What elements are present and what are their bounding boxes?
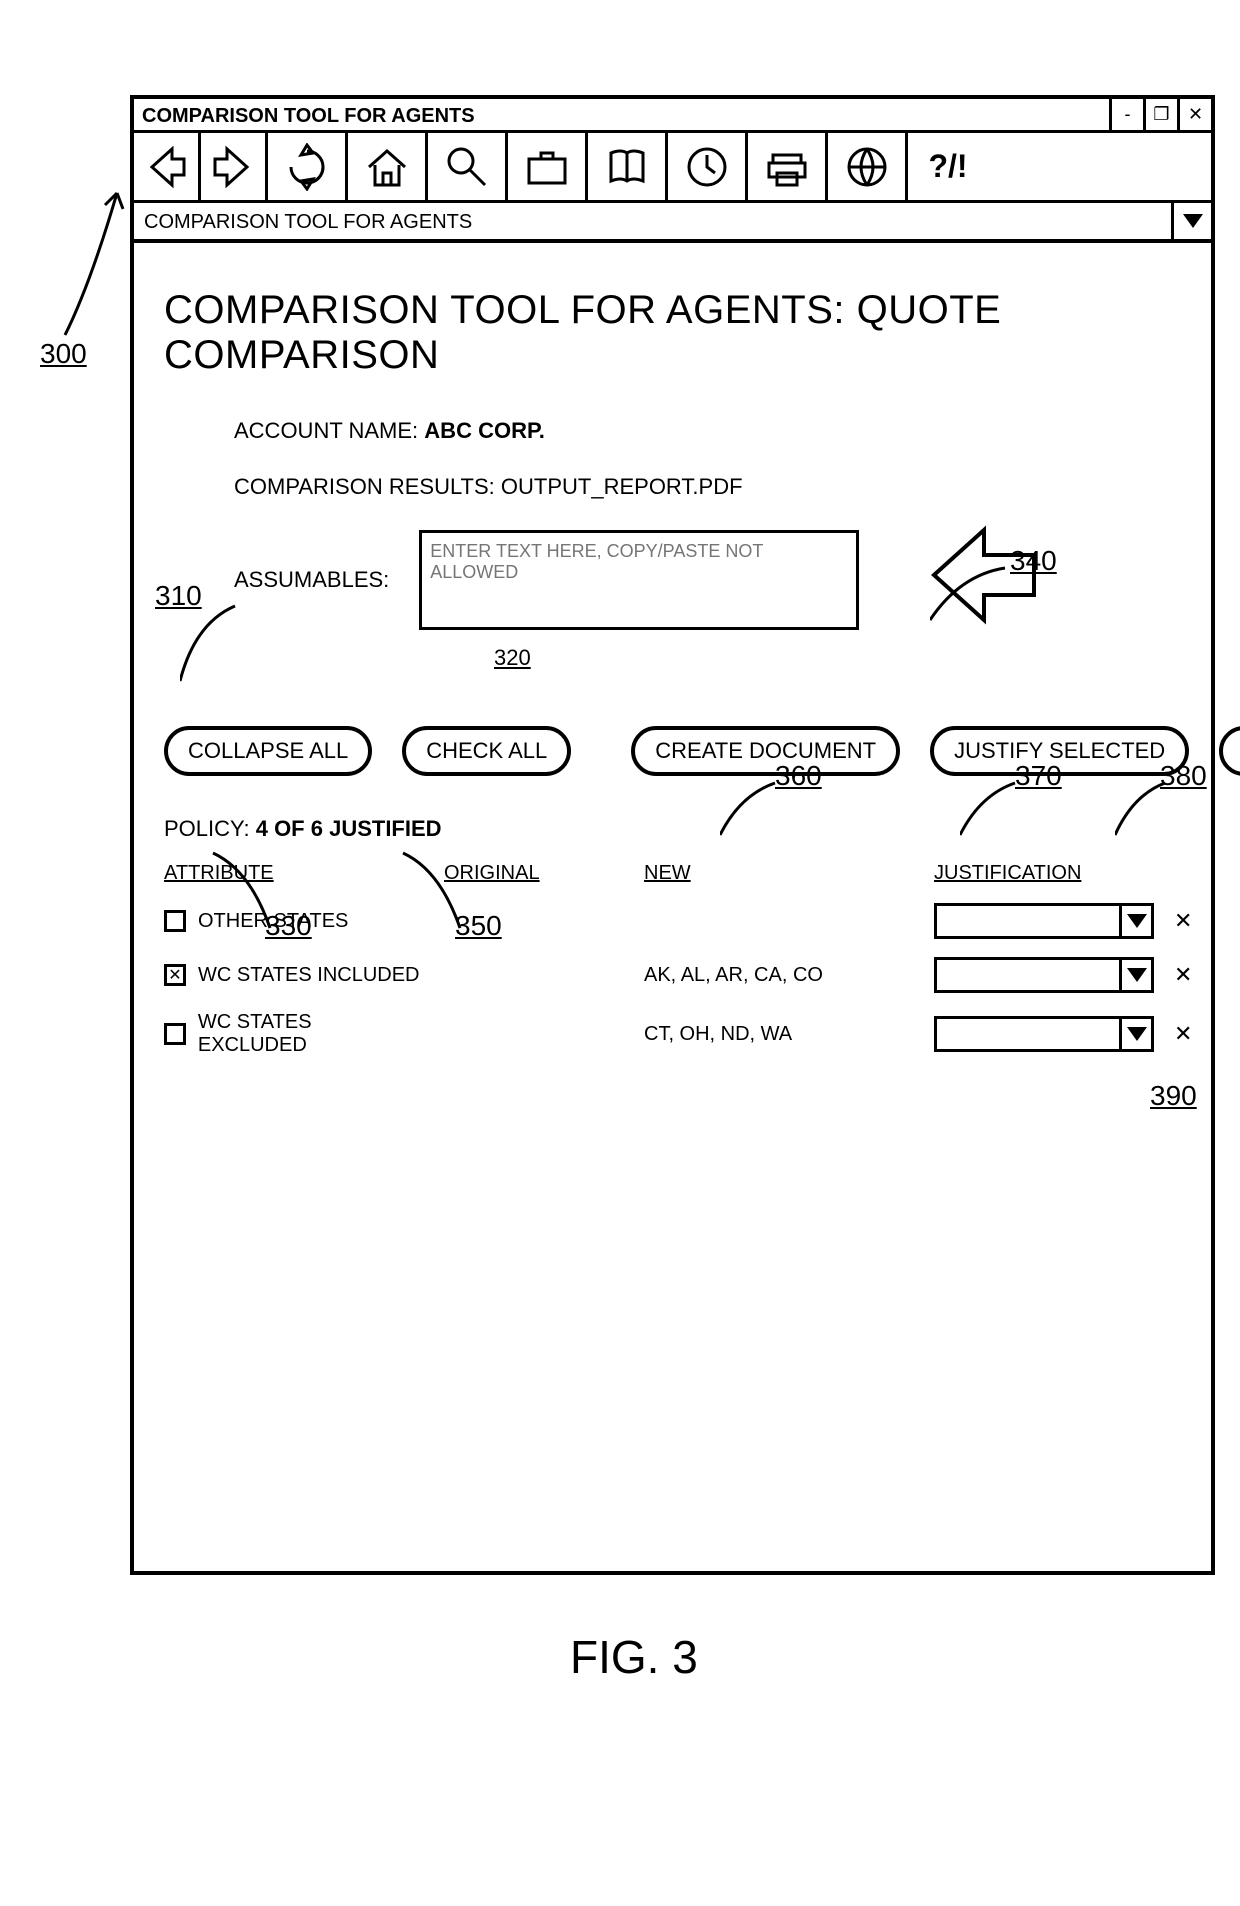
page-title: COMPARISON TOOL FOR AGENTS: QUOTE COMPAR…: [164, 288, 1181, 378]
window-title: COMPARISON TOOL FOR AGENTS: [134, 99, 1109, 130]
clock-icon[interactable]: [668, 133, 748, 200]
book-icon[interactable]: [588, 133, 668, 200]
callout-370: 370: [1015, 760, 1062, 792]
checkbox[interactable]: ✕: [164, 964, 186, 986]
app-window: COMPARISON TOOL FOR AGENTS - ❐ ✕: [130, 95, 1215, 1575]
results-row: COMPARISON RESULTS: OUTPUT_REPORT.PDF: [234, 474, 1181, 500]
callout-380: 380: [1160, 760, 1207, 792]
home-icon[interactable]: [348, 133, 428, 200]
account-row: ACCOUNT NAME: ABC CORP.: [234, 418, 1181, 444]
minimize-button[interactable]: -: [1109, 99, 1143, 130]
chevron-down-icon: [1119, 1019, 1151, 1049]
callout-360: 360: [775, 760, 822, 792]
attribute-label: WC STATES EXCLUDED: [198, 1011, 424, 1057]
callout-330: 330: [265, 910, 312, 942]
callout-300: 300: [40, 338, 87, 370]
attribute-table: ATTRIBUTE ORIGINAL NEW JUSTIFICATION OTH…: [164, 862, 1181, 1057]
justification-select[interactable]: [934, 957, 1154, 993]
address-bar: COMPARISON TOOL FOR AGENTS: [134, 203, 1211, 243]
world-icon[interactable]: [828, 133, 908, 200]
checkbox[interactable]: [164, 1023, 186, 1045]
restore-button[interactable]: ❐: [1143, 99, 1177, 130]
attribute-label: WC STATES INCLUDED: [198, 964, 420, 987]
new-cell: AK, AL, AR, CA, CO: [644, 964, 914, 987]
callout-390: 390: [1150, 1080, 1197, 1112]
policy-label: POLICY:: [164, 816, 250, 841]
new-cell: CT, OH, ND, WA: [644, 1023, 914, 1046]
policy-line: POLICY: 4 OF 6 JUSTIFIED: [164, 816, 1181, 842]
remove-row-icon[interactable]: ✕: [1174, 908, 1204, 934]
col-attribute: ATTRIBUTE: [164, 862, 424, 885]
address-text[interactable]: COMPARISON TOOL FOR AGENTS: [134, 203, 1171, 239]
titlebar: COMPARISON TOOL FOR AGENTS - ❐ ✕: [134, 99, 1211, 133]
col-justification: JUSTIFICATION: [934, 862, 1154, 885]
table-row: WC STATES EXCLUDED: [164, 1011, 424, 1057]
justification-select[interactable]: [934, 903, 1154, 939]
results-value: OUTPUT_REPORT.PDF: [501, 474, 743, 499]
chevron-down-icon: [1119, 960, 1151, 990]
briefcase-icon[interactable]: [508, 133, 588, 200]
account-value: ABC CORP.: [424, 418, 545, 443]
policy-value: 4 OF 6 JUSTIFIED: [256, 816, 442, 841]
figure-label: FIG. 3: [570, 1630, 698, 1684]
lead-360: [720, 780, 780, 840]
printer-icon[interactable]: [748, 133, 828, 200]
col-new: NEW: [644, 862, 914, 885]
table-row: ✕ WC STATES INCLUDED: [164, 964, 424, 987]
address-dropdown-icon[interactable]: [1171, 203, 1211, 239]
close-button[interactable]: ✕: [1177, 99, 1211, 130]
forward-icon[interactable]: [201, 133, 268, 200]
save-button[interactable]: SAVE: [1219, 726, 1240, 776]
create-document-button[interactable]: CREATE DOCUMENT: [631, 726, 900, 776]
check-all-button[interactable]: CHECK ALL: [402, 726, 571, 776]
search-icon[interactable]: [428, 133, 508, 200]
assumables-label: ASSUMABLES:: [234, 567, 389, 593]
assumables-input[interactable]: [419, 530, 859, 630]
ref-320: 320: [494, 645, 1181, 671]
collapse-all-button[interactable]: COLLAPSE ALL: [164, 726, 372, 776]
lead-340: [930, 565, 1010, 625]
refresh-icon[interactable]: [268, 133, 348, 200]
callout-340: 340: [1010, 545, 1057, 577]
results-label: COMPARISON RESULTS:: [234, 474, 495, 499]
col-original: ORIGINAL: [444, 862, 624, 885]
help-icon[interactable]: ?/!: [908, 133, 988, 200]
account-label: ACCOUNT NAME:: [234, 418, 418, 443]
lead-310: [180, 603, 240, 683]
remove-row-icon[interactable]: ✕: [1174, 1021, 1204, 1047]
checkbox[interactable]: [164, 910, 186, 932]
chevron-down-icon: [1119, 906, 1151, 936]
callout-300-arrow: [55, 175, 135, 340]
remove-row-icon[interactable]: ✕: [1174, 962, 1204, 988]
back-icon[interactable]: [134, 133, 201, 200]
toolbar: ?/!: [134, 133, 1211, 203]
justification-select[interactable]: [934, 1016, 1154, 1052]
content-area: COMPARISON TOOL FOR AGENTS: QUOTE COMPAR…: [134, 243, 1211, 1067]
callout-350: 350: [455, 910, 502, 942]
lead-370: [960, 780, 1020, 840]
